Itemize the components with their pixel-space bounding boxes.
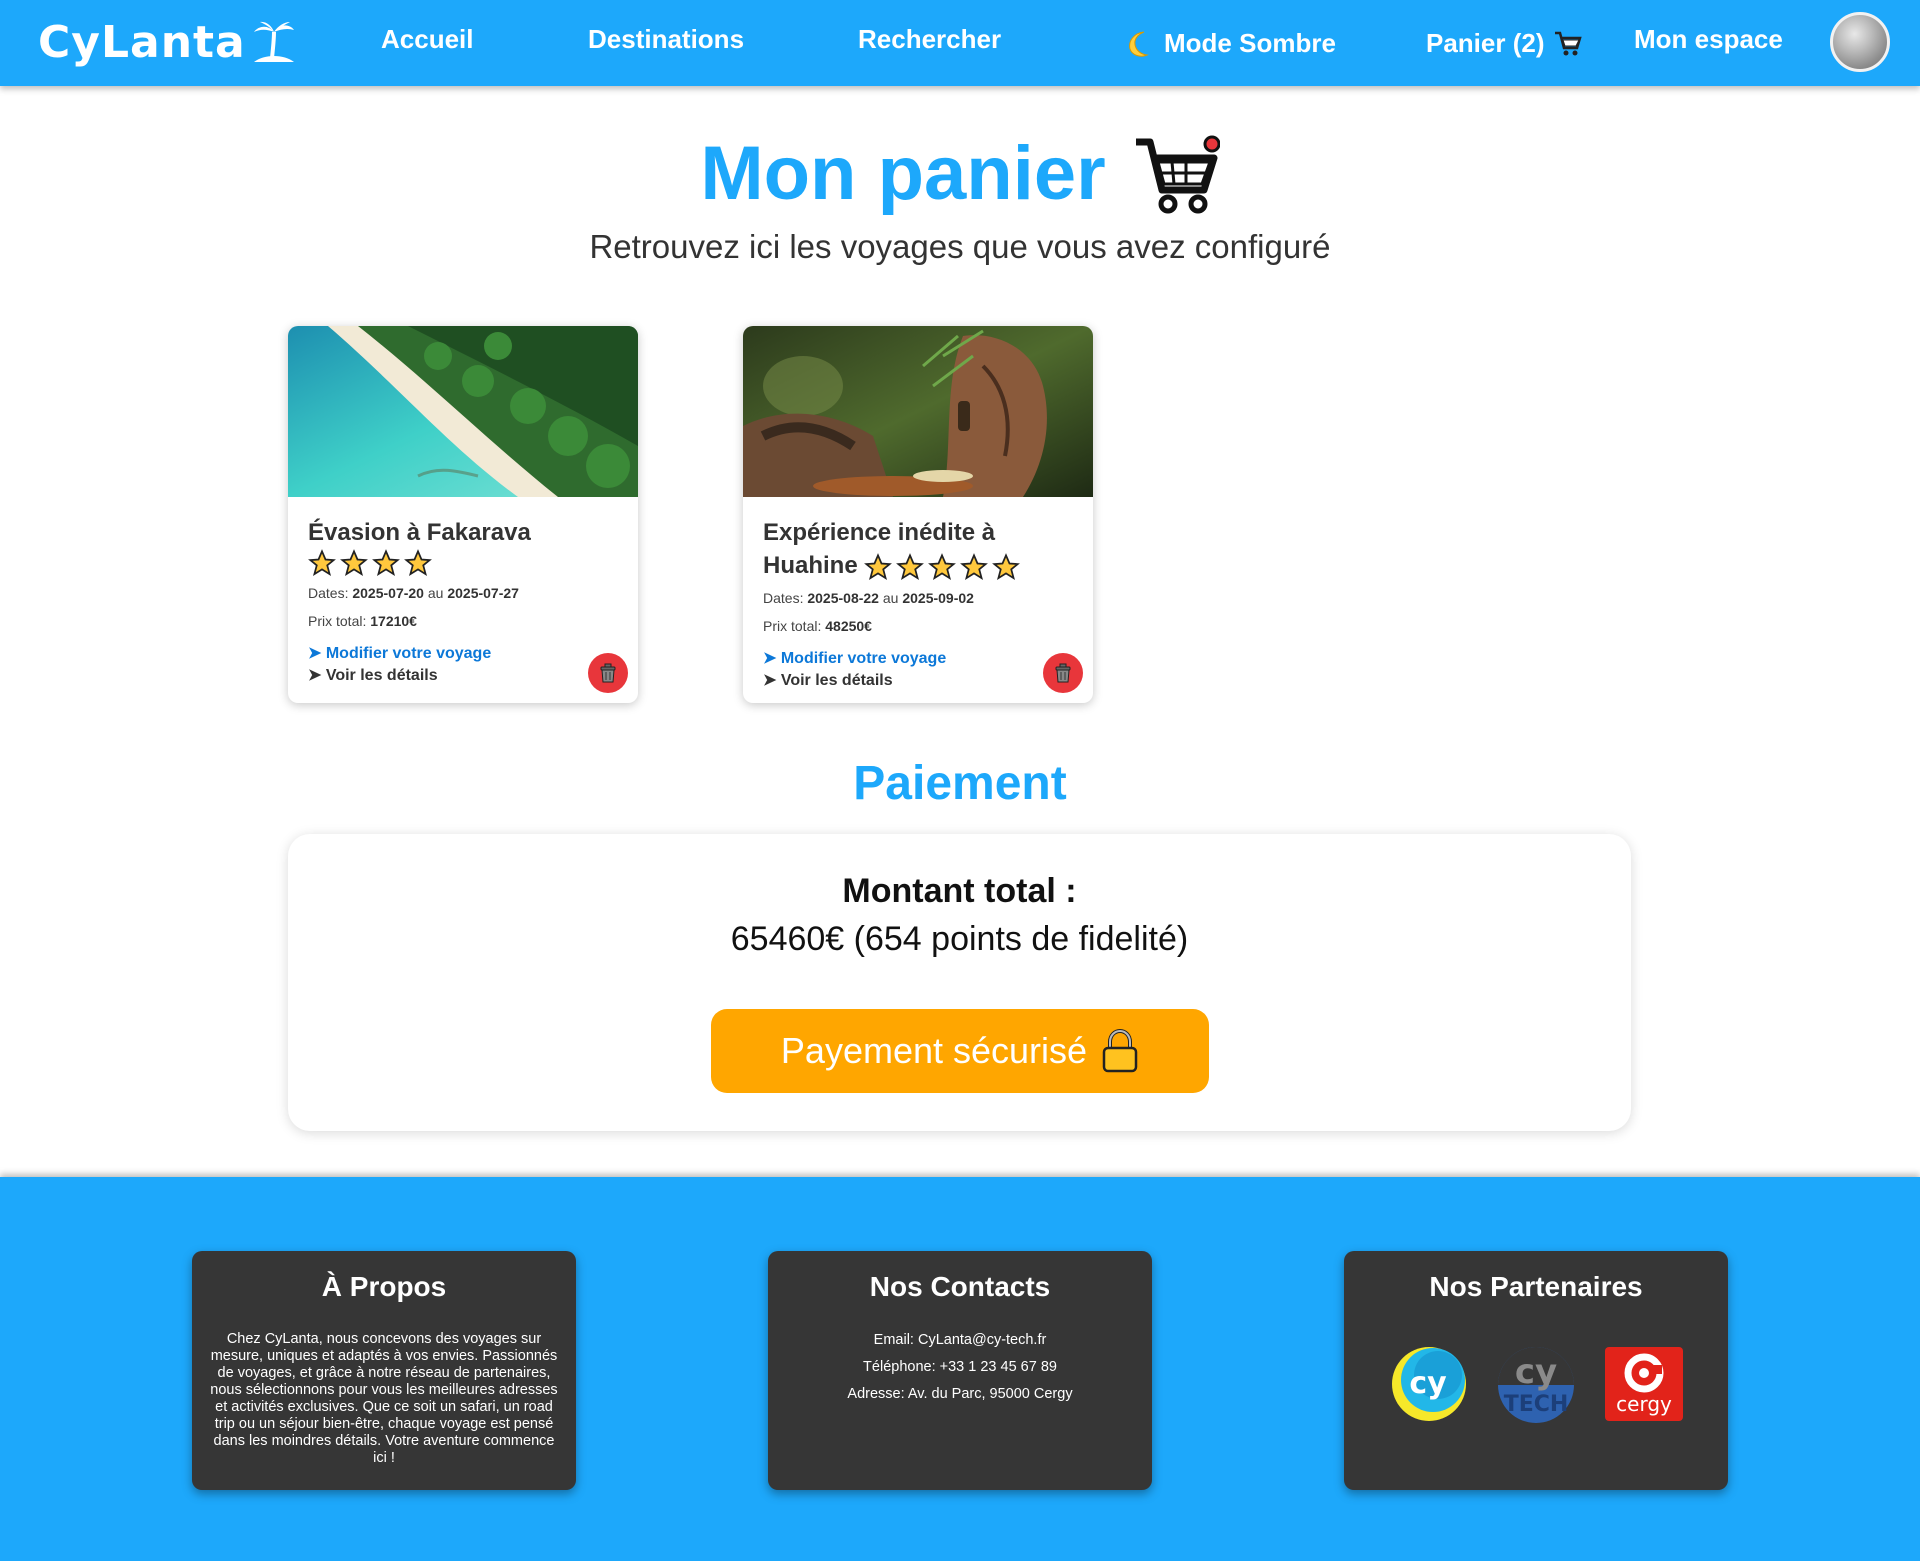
footer-partners-title: Nos Partenaires xyxy=(1429,1271,1643,1302)
star-icon xyxy=(896,552,925,580)
trip-card: Évasion à Fakarava Dates: 2025-07-20 au … xyxy=(288,326,638,703)
cart-icon xyxy=(1554,31,1582,55)
partner-logo-cy[interactable]: cy xyxy=(1390,1345,1468,1423)
footer-contacts-title: Nos Contacts xyxy=(869,1271,1051,1302)
partner-logo-cergy-text: cergy xyxy=(1616,1392,1672,1416)
nav-dark-mode-label: Mode Sombre xyxy=(1164,28,1336,58)
trip-photo-ritual xyxy=(743,326,1093,497)
star-icon xyxy=(928,552,957,580)
secure-payment-button[interactable]: Payement sécurisé xyxy=(711,1009,1209,1093)
modify-trip-link[interactable]: ➤ Modifier votre voyage xyxy=(308,643,618,663)
partner-logo-cytech[interactable]: cy TECH xyxy=(1496,1345,1576,1425)
brand-logo[interactable]: CyLanta xyxy=(38,14,298,70)
brand-name: CyLanta xyxy=(38,16,246,68)
nav-cart-label: Panier (2) xyxy=(1426,28,1545,58)
moon-icon xyxy=(1129,31,1149,57)
nav-dark-mode[interactable]: Mode Sombre xyxy=(1116,28,1336,59)
nav-destinations[interactable]: Destinations xyxy=(588,24,744,55)
secure-payment-label: Payement sécurisé xyxy=(780,1030,1088,1071)
contact-list: Email: CyLanta@cy-tech.fr Téléphone: +33… xyxy=(768,1327,1152,1408)
price-value: 48250€ xyxy=(825,618,872,634)
trip-photo-beach xyxy=(288,326,638,497)
trip-dates: Dates: 2025-08-22 au 2025-09-02 xyxy=(763,588,1073,608)
partner-logo-cytech-text: TECH xyxy=(1504,1392,1569,1417)
trash-icon xyxy=(600,663,616,683)
trip-dates: Dates: 2025-07-20 au 2025-07-27 xyxy=(308,583,618,603)
rating-stars xyxy=(864,552,1021,581)
avatar[interactable] xyxy=(1830,12,1890,72)
price-label: Prix total: xyxy=(763,618,822,634)
rating xyxy=(308,549,618,577)
nav-search[interactable]: Rechercher xyxy=(858,24,1001,55)
card-title: Expérience inédite à Huahine xyxy=(763,516,1073,582)
footer-contacts: Nos Contacts Email: CyLanta@cy-tech.fr T… xyxy=(768,1251,1152,1490)
footer-about-text: Chez CyLanta, nous concevons des voyages… xyxy=(210,1331,558,1466)
rating-stars xyxy=(308,549,432,577)
payment-box: Montant total : 65460€ (654 points de fi… xyxy=(288,834,1631,1131)
star-icon xyxy=(992,552,1021,580)
partner-logo-cy-text: cy xyxy=(1409,1366,1447,1401)
trip-price: Prix total: 17210€ xyxy=(308,611,618,631)
nav-home[interactable]: Accueil xyxy=(381,24,474,55)
cart-icon xyxy=(1135,135,1220,213)
star-icon xyxy=(308,549,336,576)
date-separator: au xyxy=(427,585,444,602)
footer-about: À Propos Chez CyLanta, nous concevons de… xyxy=(192,1251,576,1490)
star-icon xyxy=(864,552,893,580)
partner-logo-cergy[interactable]: cergy xyxy=(1604,1345,1684,1423)
trip-price: Prix total: 48250€ xyxy=(763,616,1073,636)
view-details-link[interactable]: ➤ Voir les détails xyxy=(763,670,1073,690)
card-title-text: Évasion à Fakarava xyxy=(308,519,531,546)
star-icon xyxy=(372,549,400,576)
page-title: Mon panier xyxy=(0,130,1920,217)
footer-about-title: À Propos xyxy=(321,1271,447,1302)
date-start: 2025-07-20 xyxy=(352,585,424,602)
page-subtitle: Retrouvez ici les voyages que vous avez … xyxy=(589,228,1331,265)
partner-logo-cytech-cy: cy xyxy=(1515,1352,1557,1392)
contact-address: Adresse: Av. du Parc, 95000 Cergy xyxy=(847,1386,1073,1402)
footer-partners: Nos Partenaires cy cy TECH cergy xyxy=(1344,1251,1728,1490)
delete-trip-button[interactable] xyxy=(1043,653,1083,693)
date-end: 2025-09-02 xyxy=(902,590,974,606)
nav-account[interactable]: Mon espace xyxy=(1634,24,1783,55)
price-label: Prix total: xyxy=(308,613,367,630)
lock-icon xyxy=(1102,1029,1138,1073)
page-title-text: Mon panier xyxy=(700,131,1106,216)
contact-phone[interactable]: Téléphone: +33 1 23 45 67 89 xyxy=(768,1354,1152,1381)
card-body: Expérience inédite à Huahine Dates: 2025… xyxy=(763,516,1073,690)
trip-card: Expérience inédite à Huahine Dates: 2025… xyxy=(743,326,1093,703)
modify-trip-link[interactable]: ➤ Modifier votre voyage xyxy=(763,648,1073,668)
star-icon xyxy=(340,549,368,576)
dates-label: Dates: xyxy=(308,585,349,602)
date-separator: au xyxy=(882,590,899,606)
date-start: 2025-08-22 xyxy=(807,590,879,606)
total-label: Montant total : xyxy=(842,872,1077,910)
nav-cart[interactable]: Panier (2) xyxy=(1426,28,1583,59)
date-end: 2025-07-27 xyxy=(447,585,519,602)
total-value: 65460€ (654 points de fidelité) xyxy=(730,920,1189,958)
palm-island-icon xyxy=(253,21,294,62)
star-icon xyxy=(404,549,432,576)
star-icon xyxy=(960,552,989,580)
card-title: Évasion à Fakarava xyxy=(308,516,618,549)
price-value: 17210€ xyxy=(370,613,417,630)
dates-label: Dates: xyxy=(763,590,804,606)
card-body: Évasion à Fakarava Dates: 2025-07-20 au … xyxy=(308,516,618,685)
navbar: CyLanta Accueil Destinations Rechercher … xyxy=(0,0,1920,86)
delete-trip-button[interactable] xyxy=(588,653,628,693)
payment-heading: Paiement xyxy=(853,757,1067,810)
contact-email[interactable]: Email: CyLanta@cy-tech.fr xyxy=(768,1327,1152,1354)
footer: À Propos Chez CyLanta, nous concevons de… xyxy=(0,1177,1920,1561)
trash-icon xyxy=(1055,663,1071,683)
view-details-link[interactable]: ➤ Voir les détails xyxy=(308,665,618,685)
